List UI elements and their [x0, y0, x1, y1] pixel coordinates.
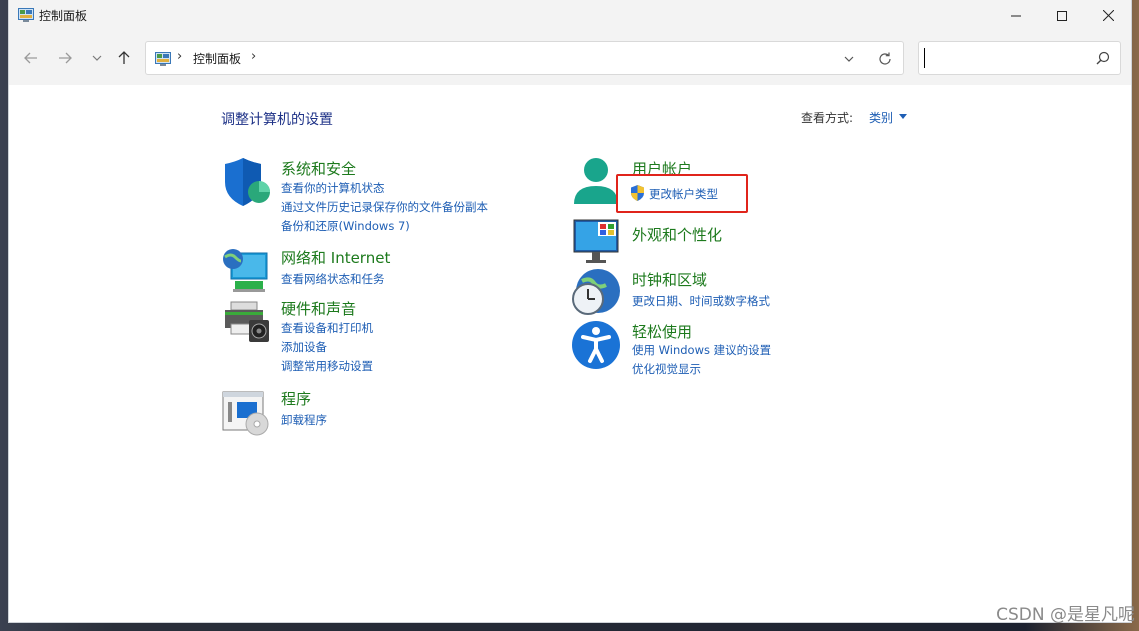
shield-icon[interactable]	[221, 158, 273, 206]
link-uninstall-program[interactable]: 卸载程序	[281, 412, 327, 428]
category-programs: 程序 卸载程序	[221, 388, 521, 438]
printer-icon[interactable]	[221, 298, 273, 346]
recent-locations-button[interactable]	[86, 48, 108, 68]
minimize-icon	[1011, 15, 1021, 16]
link-view-computer-status[interactable]: 查看你的计算机状态	[281, 180, 385, 196]
forward-button[interactable]	[54, 48, 76, 68]
search-box[interactable]	[918, 41, 1121, 75]
search-icon[interactable]	[1096, 51, 1110, 65]
minimize-button[interactable]	[993, 0, 1039, 31]
control-panel-window: 控制面板 › 控制面板 › 调整计算机的设置 查看方式: 类别 系统和安全 查看…	[8, 0, 1132, 623]
category-title[interactable]: 系统和安全	[281, 158, 356, 179]
link-windows-recommended-settings[interactable]: 使用 Windows 建议的设置	[632, 342, 771, 358]
link-date-time-format[interactable]: 更改日期、时间或数字格式	[632, 293, 770, 309]
arrow-right-icon	[59, 52, 72, 64]
monitor-personalize-icon[interactable]	[572, 218, 624, 266]
chevron-down-icon	[92, 55, 102, 61]
breadcrumb-separator[interactable]: ›	[177, 49, 182, 64]
category-title[interactable]: 时钟和区域	[632, 269, 707, 290]
category-hardware-sound: 硬件和声音 查看设备和打印机 添加设备 调整常用移动设置	[221, 298, 521, 378]
category-title[interactable]: 硬件和声音	[281, 298, 356, 319]
breadcrumb-separator[interactable]: ›	[251, 49, 256, 64]
arrow-left-icon	[24, 52, 37, 64]
title-bar: 控制面板	[9, 0, 1131, 31]
category-title[interactable]: 外观和个性化	[632, 224, 722, 245]
chevron-down-icon[interactable]	[841, 51, 857, 67]
address-bar[interactable]: › 控制面板 ›	[145, 41, 904, 75]
breadcrumb-control-panel[interactable]: 控制面板	[193, 50, 241, 67]
main-content: 调整计算机的设置 查看方式: 类别 系统和安全 查看你的计算机状态 通过文件历史…	[9, 85, 1131, 622]
highlight-annotation-box	[616, 174, 748, 213]
back-button[interactable]	[20, 48, 42, 68]
page-title: 调整计算机的设置	[221, 112, 333, 128]
window-title: 控制面板	[39, 9, 88, 23]
search-input[interactable]	[924, 48, 1084, 68]
navigation-bar: › 控制面板 ›	[9, 31, 1131, 85]
watermark: CSDN @是星凡呢	[996, 605, 1135, 625]
close-icon	[1102, 10, 1114, 21]
category-title[interactable]: 网络和 Internet	[281, 247, 390, 268]
dropdown-arrow-icon[interactable]	[899, 114, 907, 119]
view-by-label: 查看方式:	[801, 111, 854, 125]
category-title[interactable]: 程序	[281, 388, 311, 409]
maximize-button[interactable]	[1039, 0, 1085, 31]
category-title[interactable]: 轻松使用	[632, 321, 692, 342]
arrow-up-icon	[118, 51, 130, 64]
category-network-internet: 网络和 Internet 查看网络状态和任务	[221, 247, 521, 297]
link-network-status[interactable]: 查看网络状态和任务	[281, 271, 385, 287]
category-appearance: 外观和个性化	[572, 218, 872, 268]
view-by-dropdown[interactable]: 类别	[869, 109, 893, 126]
link-backup-restore[interactable]: 备份和还原(Windows 7)	[281, 218, 410, 234]
clock-globe-icon[interactable]	[572, 269, 624, 317]
control-panel-icon	[155, 52, 171, 66]
up-button[interactable]	[113, 48, 135, 68]
maximize-icon	[1057, 10, 1067, 21]
accessibility-icon[interactable]	[572, 321, 624, 369]
link-file-history-backup[interactable]: 通过文件历史记录保存你的文件备份副本	[281, 199, 488, 215]
category-ease-of-access: 轻松使用 使用 Windows 建议的设置 优化视觉显示	[572, 321, 872, 381]
link-mobility-settings[interactable]: 调整常用移动设置	[281, 358, 373, 374]
category-system-security: 系统和安全 查看你的计算机状态 通过文件历史记录保存你的文件备份副本 备份和还原…	[221, 158, 521, 238]
control-panel-icon	[18, 8, 34, 22]
link-devices-printers[interactable]: 查看设备和打印机	[281, 320, 373, 336]
close-button[interactable]	[1085, 0, 1131, 31]
refresh-icon[interactable]	[877, 51, 893, 67]
programs-icon[interactable]	[221, 388, 273, 436]
network-globe-icon[interactable]	[221, 247, 273, 295]
link-optimize-visual-display[interactable]: 优化视觉显示	[632, 361, 701, 377]
category-clock-region: 时钟和区域 更改日期、时间或数字格式	[572, 269, 872, 319]
link-add-device[interactable]: 添加设备	[281, 339, 327, 355]
